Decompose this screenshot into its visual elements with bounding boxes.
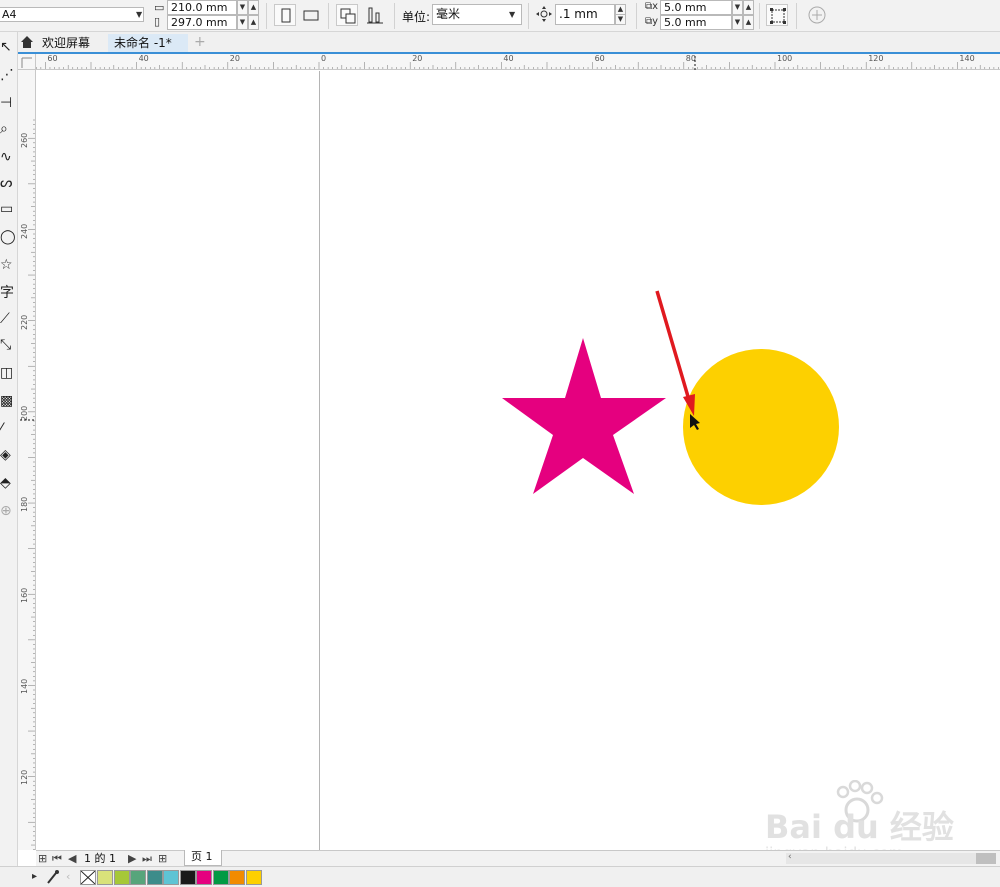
palette-menu-icon[interactable]: ▸ — [32, 871, 37, 882]
first-page-icon[interactable]: ⏮ — [52, 852, 62, 866]
previous-page-icon[interactable]: ◀ — [68, 852, 76, 866]
page-navigator: ⊞ ⏮ ◀ 1 的 1 ▶ ⏭ ⊞ 页 1 ‹ — [36, 850, 1000, 866]
scrollbar-thumb[interactable] — [976, 853, 996, 864]
last-page-icon[interactable]: ⏭ — [142, 852, 152, 866]
palette-scroll-left-icon[interactable]: ‹ — [66, 870, 70, 883]
color-palette: ▸ ‹ — [0, 866, 1000, 887]
color-swatch[interactable] — [212, 870, 229, 885]
page-tab-label: 页 1 — [191, 850, 213, 863]
star-shape[interactable] — [502, 338, 666, 494]
scroll-left-icon[interactable]: ‹ — [788, 852, 792, 862]
circle-shape[interactable] — [683, 349, 839, 505]
page-tab-1[interactable]: 页 1 — [184, 850, 222, 866]
horizontal-scrollbar[interactable]: ‹ — [786, 852, 996, 864]
page-count-text: 1 的 1 — [84, 852, 116, 865]
next-page-icon[interactable]: ▶ — [128, 852, 136, 866]
color-swatch[interactable] — [146, 870, 163, 885]
annotation-arrow — [655, 290, 691, 401]
insert-page-before-icon[interactable]: ⊞ — [38, 852, 47, 866]
no-color-icon — [80, 870, 96, 885]
color-swatch[interactable] — [229, 870, 245, 885]
canvas-shapes-layer — [20, 56, 839, 505]
color-swatch[interactable] — [245, 870, 262, 885]
insert-page-after-icon[interactable]: ⊞ — [158, 852, 167, 866]
color-swatch[interactable] — [196, 870, 212, 885]
no-color-swatch[interactable] — [80, 870, 96, 885]
palette-eyedropper-icon[interactable] — [46, 869, 60, 887]
color-swatch[interactable] — [97, 870, 113, 885]
color-swatch[interactable] — [130, 870, 146, 885]
color-swatch[interactable] — [163, 870, 179, 885]
color-swatch[interactable] — [113, 870, 130, 885]
color-swatch[interactable] — [179, 870, 196, 885]
watermark-brand: Bai du 经验 — [765, 808, 954, 846]
